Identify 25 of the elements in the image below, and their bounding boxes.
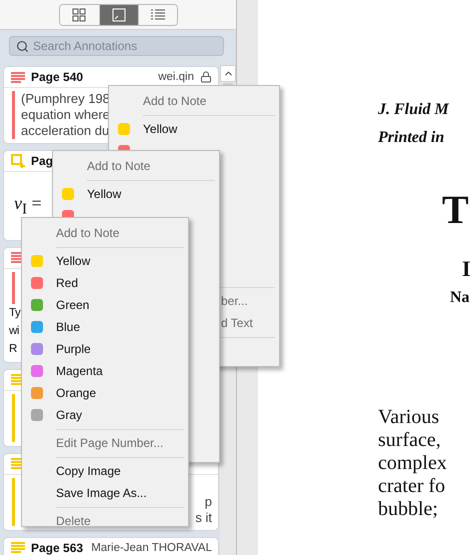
note-text: wi	[9, 324, 20, 339]
page-label: Page 563	[31, 540, 84, 555]
affiliation: Na	[450, 288, 470, 308]
page-label: Pag	[31, 154, 54, 168]
paper-author: I	[462, 256, 470, 282]
body-text: Various	[378, 406, 440, 429]
quote-text: s it	[195, 510, 212, 526]
author-name: wei.qin	[158, 71, 194, 83]
body-text: bubble;	[378, 498, 439, 521]
journal-line: J. Fluid M	[378, 100, 449, 120]
body-text: surface,	[378, 429, 442, 452]
author-name: Marie-Jean THORAVAL	[91, 542, 212, 554]
journal-line: Printed in	[378, 128, 444, 148]
menu-heading: Add to Note	[142, 93, 208, 110]
menu-heading: Add to Note	[86, 158, 152, 175]
body-text: crater fo	[378, 475, 446, 498]
quote-text: equation where	[21, 107, 110, 123]
paper-title: T	[442, 188, 469, 232]
quote-text: p	[204, 494, 212, 510]
note-text: R	[9, 342, 17, 357]
note-text: Ty	[9, 306, 20, 321]
menu-heading: Add to Note	[55, 225, 120, 242]
body-text: complex	[378, 452, 447, 475]
page-label: Page 540	[31, 70, 84, 84]
formula: v$_{I}$ =	[14, 193, 42, 213]
